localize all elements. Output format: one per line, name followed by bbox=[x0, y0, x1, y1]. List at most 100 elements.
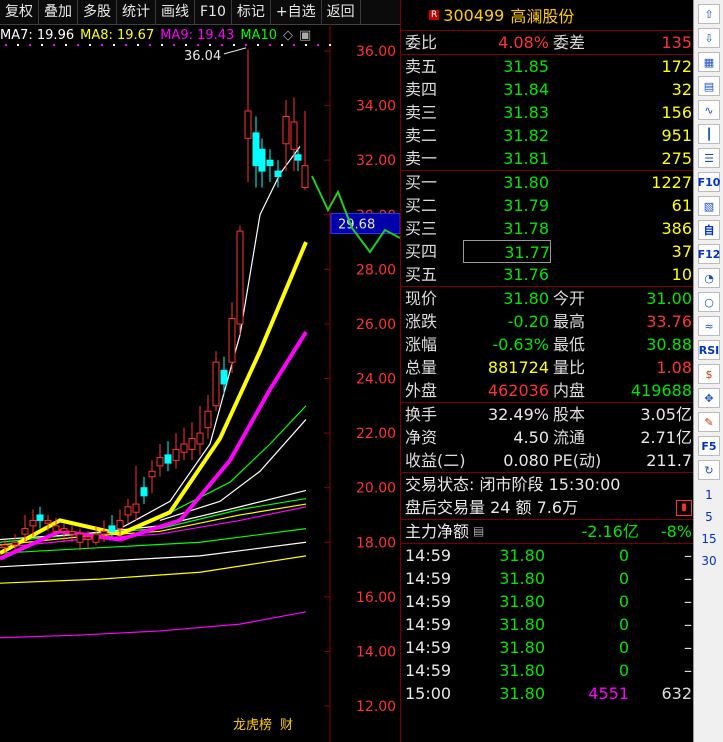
candle bbox=[301, 165, 309, 188]
candle bbox=[148, 470, 156, 478]
move-icon[interactable]: ✥ bbox=[698, 388, 720, 408]
candle bbox=[252, 132, 260, 167]
bids-volume: 1227 bbox=[651, 173, 692, 192]
candle bbox=[132, 503, 140, 513]
candle bbox=[68, 530, 76, 535]
asks-row[interactable]: 卖一 31.81 275 bbox=[401, 147, 694, 170]
asks-price: 31.82 bbox=[503, 126, 549, 145]
window-toggle-icon[interactable]: ▣ bbox=[299, 28, 311, 43]
toolbar-button-3[interactable]: 统计 bbox=[117, 0, 156, 24]
high-price-label: 36.04 bbox=[184, 49, 221, 64]
ma-legend: MA7: 19.96 MA8: 19.67 MA9: 19.43 MA10 ◇ ▣ bbox=[0, 28, 317, 46]
toolbar-button-7[interactable]: +自选 bbox=[271, 0, 322, 24]
asks-volume: 951 bbox=[661, 126, 692, 145]
stat-row: 涨幅 -0.63% 最低 30.88 bbox=[405, 335, 692, 354]
asks-row[interactable]: 卖三 31.83 156 bbox=[401, 101, 694, 124]
bids-row[interactable]: 买四 31.77 37 bbox=[401, 240, 694, 263]
main-flow-row[interactable]: 主力净额 ▤ -2.16亿 -8% bbox=[401, 520, 694, 543]
list-icon[interactable]: ☰ bbox=[698, 148, 720, 168]
candle bbox=[290, 121, 298, 150]
quote-panel: R 300499 高澜股份 委比 4.08% 委差 135 卖五 31.85 1… bbox=[400, 0, 694, 742]
stat-row: 现价 31.80 今开 31.00 bbox=[405, 289, 692, 308]
tick-row: 14:59 31.80 0 – bbox=[405, 661, 692, 680]
refresh-icon[interactable]: ↻ bbox=[698, 460, 720, 480]
bids-row[interactable]: 买一 31.80 1227 bbox=[401, 171, 694, 194]
asks-volume: 32 bbox=[671, 80, 692, 99]
tick-row: 14:59 31.80 0 – bbox=[405, 569, 692, 588]
bar-chart-icon[interactable]: ▮ bbox=[676, 500, 692, 516]
top-marker bbox=[317, 44, 319, 46]
toolbar-button-5[interactable]: F10 bbox=[195, 0, 232, 24]
pencil-icon[interactable]: ✎ bbox=[698, 412, 720, 432]
toolbar-button-2[interactable]: 多股 bbox=[78, 0, 117, 24]
stat-row: 总量 881724 量比 1.08 bbox=[405, 358, 692, 377]
candle bbox=[228, 317, 236, 363]
candle bbox=[236, 230, 244, 325]
ma-line bbox=[119, 146, 301, 530]
ma-line bbox=[0, 555, 307, 584]
f5-icon[interactable]: F5 bbox=[698, 436, 720, 456]
candle bbox=[11, 541, 19, 546]
after-hours: 盘后交易量 24 额 7.6万 ▮ bbox=[401, 496, 694, 519]
down-arrow-icon[interactable]: ⇩ bbox=[698, 28, 720, 48]
up-arrow-icon[interactable]: ⇧ bbox=[698, 4, 720, 24]
report-icon[interactable]: ▦ bbox=[698, 52, 720, 72]
bids-row[interactable]: 买三 31.78 386 bbox=[401, 217, 694, 240]
stat-row: 涨跌 -0.20 最高 33.76 bbox=[405, 312, 692, 331]
candle bbox=[156, 457, 164, 467]
kline-icon[interactable]: ┃ bbox=[698, 124, 720, 144]
ma-line bbox=[0, 611, 307, 639]
line-chart-icon[interactable]: ∿ bbox=[698, 100, 720, 120]
f10-icon[interactable]: F10 bbox=[698, 172, 720, 192]
bids-row[interactable]: 买二 31.79 61 bbox=[401, 194, 694, 217]
asks-row[interactable]: 卖二 31.82 951 bbox=[401, 124, 694, 147]
ma5-line bbox=[0, 331, 308, 561]
stock-header: R 300499 高澜股份 bbox=[401, 0, 694, 31]
period-button[interactable]: 15 bbox=[694, 528, 723, 550]
wave-icon[interactable]: ≈ bbox=[698, 316, 720, 336]
y-tick-label: 18.00 bbox=[356, 535, 396, 551]
tick-row: 14:59 31.80 0 – bbox=[405, 638, 692, 657]
stat-icon[interactable]: ◔ bbox=[698, 268, 720, 288]
circle-icon[interactable]: ○ bbox=[698, 292, 720, 312]
asks-price: 31.83 bbox=[503, 103, 549, 122]
tick-row: 14:59 31.80 0 – bbox=[405, 592, 692, 611]
ma-settings-icon[interactable]: ◇ bbox=[283, 28, 293, 43]
bids-price: 31.78 bbox=[503, 219, 549, 238]
list-icon[interactable]: ▤ bbox=[473, 520, 484, 543]
money-icon[interactable]: $ bbox=[698, 364, 720, 384]
weicha-value: 135 bbox=[661, 33, 692, 52]
high-price-pointer bbox=[223, 47, 247, 55]
ma-legend-item: MA7: 19.96 bbox=[0, 28, 75, 43]
y-tick-label: 26.00 bbox=[356, 317, 396, 333]
ma-legend-item: MA8: 19.67 bbox=[80, 28, 155, 43]
chart-toolbar: 复权 叠加 多股 统计 画线 F10 标记 +自选 返回 bbox=[0, 0, 400, 25]
bids-price: 31.79 bbox=[503, 196, 549, 215]
toolbar-button-6[interactable]: 标记 bbox=[232, 0, 271, 24]
news-icon[interactable]: ▧ bbox=[698, 196, 720, 216]
y-tick-label: 34.00 bbox=[356, 99, 396, 115]
toolbar-button-1[interactable]: 叠加 bbox=[39, 0, 78, 24]
asks-row[interactable]: 卖四 31.84 32 bbox=[401, 78, 694, 101]
f12-icon[interactable]: F12 bbox=[698, 244, 720, 264]
candle bbox=[294, 154, 302, 161]
candle bbox=[266, 159, 274, 167]
kline-chart[interactable]: 36.0034.0032.0030.0028.0026.0024.0022.00… bbox=[0, 24, 400, 742]
candle bbox=[212, 361, 220, 407]
fundamental-row: 净资 4.50 流通 2.71亿 bbox=[405, 428, 692, 447]
candle bbox=[282, 116, 290, 145]
self-select-icon[interactable]: 自 bbox=[698, 220, 720, 240]
period-button[interactable]: 30 bbox=[694, 550, 723, 572]
toolbar-button-4[interactable]: 画线 bbox=[156, 0, 195, 24]
candle bbox=[274, 170, 282, 178]
toolbar-button-0[interactable]: 复权 bbox=[0, 0, 39, 24]
toolbar-button-8[interactable]: 返回 bbox=[322, 0, 361, 24]
right-sidebar: ⇧ ⇩ ▦ ▤ ∿ ┃ ☰ F10 ▧ 自 F12 ◔ ○ ≈ RSI $ ✥ ✎ F5 ↻ 1 5 15 30 bbox=[693, 0, 723, 742]
period-button[interactable]: 1 bbox=[694, 484, 723, 506]
period-button[interactable]: 5 bbox=[694, 506, 723, 528]
rsi-icon[interactable]: RSI bbox=[698, 340, 720, 360]
asks-row[interactable]: 卖五 31.85 172 bbox=[401, 55, 694, 78]
stock-name: 高澜股份 bbox=[510, 7, 575, 26]
table-icon[interactable]: ▤ bbox=[698, 76, 720, 96]
bids-row[interactable]: 买五 31.76 10 bbox=[401, 263, 694, 286]
